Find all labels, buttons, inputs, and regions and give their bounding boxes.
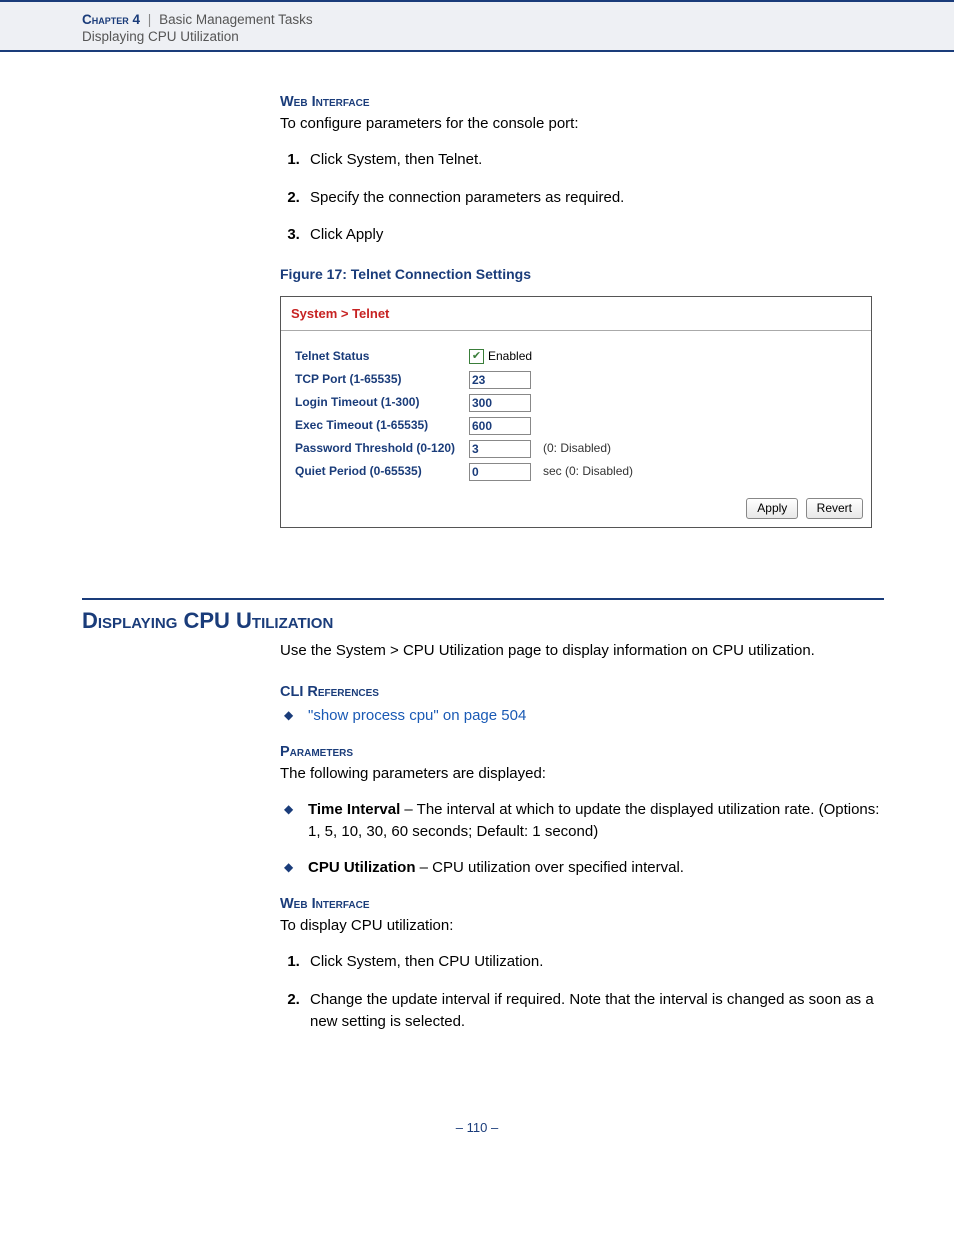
row-quiet-period: Quiet Period (0-65535) sec (0: Disabled) [295, 463, 861, 481]
web-intro: To display CPU utilization: [280, 915, 894, 937]
web-interface-heading-2: Web Interface [280, 894, 894, 915]
label-tcp-port: TCP Port (1-65535) [295, 371, 469, 388]
page-header: Chapter 4 | Basic Management Tasks Displ… [0, 2, 954, 52]
label-telnet-status: Telnet Status [295, 348, 469, 365]
param-name: CPU Utilization [308, 859, 416, 876]
row-login-timeout: Login Timeout (1-300) [295, 394, 861, 412]
cli-references-heading: CLI References [280, 682, 894, 703]
label-login-timeout: Login Timeout (1-300) [295, 394, 469, 411]
figure-caption: Figure 17: Telnet Connection Settings [280, 264, 894, 284]
header-subtitle: Displaying CPU Utilization [82, 29, 954, 44]
step-item: Specify the connection parameters as req… [304, 187, 894, 209]
input-tcp-port[interactable] [469, 371, 531, 389]
param-desc: – CPU utilization over specified interva… [416, 859, 684, 876]
page-number: – 110 – [0, 1120, 954, 1135]
row-telnet-status: Telnet Status ✔ Enabled [295, 348, 861, 365]
row-exec-timeout: Exec Timeout (1-65535) [295, 417, 861, 435]
hint-password-threshold: (0: Disabled) [543, 440, 611, 457]
step-item: Click System, then Telnet. [304, 149, 894, 171]
web-interface-heading: Web Interface [280, 92, 894, 113]
step-item: Click System, then CPU Utilization. [304, 951, 894, 973]
param-name: Time Interval [308, 801, 400, 818]
label-password-threshold: Password Threshold (0-120) [295, 440, 469, 457]
label-quiet-period: Quiet Period (0-65535) [295, 463, 469, 480]
input-login-timeout[interactable] [469, 394, 531, 412]
web-steps-list: Click System, then CPU Utilization. Chan… [280, 951, 894, 1032]
intro-text: To configure parameters for the console … [280, 113, 894, 135]
chapter-title: Basic Management Tasks [159, 12, 313, 27]
breadcrumb: System > Telnet [281, 297, 871, 331]
param-item: Time Interval – The interval at which to… [284, 799, 894, 843]
input-password-threshold[interactable] [469, 440, 531, 458]
hint-quiet-period: sec (0: Disabled) [543, 463, 633, 480]
label-exec-timeout: Exec Timeout (1-65535) [295, 417, 469, 434]
apply-button[interactable]: Apply [746, 498, 798, 519]
param-item: CPU Utilization – CPU utilization over s… [284, 857, 894, 879]
row-tcp-port: TCP Port (1-65535) [295, 371, 861, 389]
row-password-threshold: Password Threshold (0-120) (0: Disabled) [295, 440, 861, 458]
input-quiet-period[interactable] [469, 463, 531, 481]
parameters-intro: The following parameters are displayed: [280, 763, 894, 785]
step-item: Change the update interval if required. … [304, 989, 894, 1033]
cli-link[interactable]: "show process cpu" on page 504 [308, 707, 526, 724]
chapter-label: Chapter 4 [82, 12, 140, 27]
cli-link-item: "show process cpu" on page 504 [284, 705, 894, 727]
checkbox-label: Enabled [488, 348, 532, 365]
separator: | [148, 12, 152, 27]
input-exec-timeout[interactable] [469, 417, 531, 435]
parameters-heading: Parameters [280, 742, 894, 763]
revert-button[interactable]: Revert [806, 498, 863, 519]
section-title: Displaying CPU Utilization [82, 608, 954, 634]
section2-intro: Use the System > CPU Utilization page to… [280, 640, 894, 662]
step-item: Click Apply [304, 224, 894, 246]
checkbox-enabled[interactable]: ✔ [469, 349, 484, 364]
telnet-settings-panel: System > Telnet Telnet Status ✔ Enabled … [280, 296, 872, 528]
steps-list: Click System, then Telnet. Specify the c… [280, 149, 894, 246]
